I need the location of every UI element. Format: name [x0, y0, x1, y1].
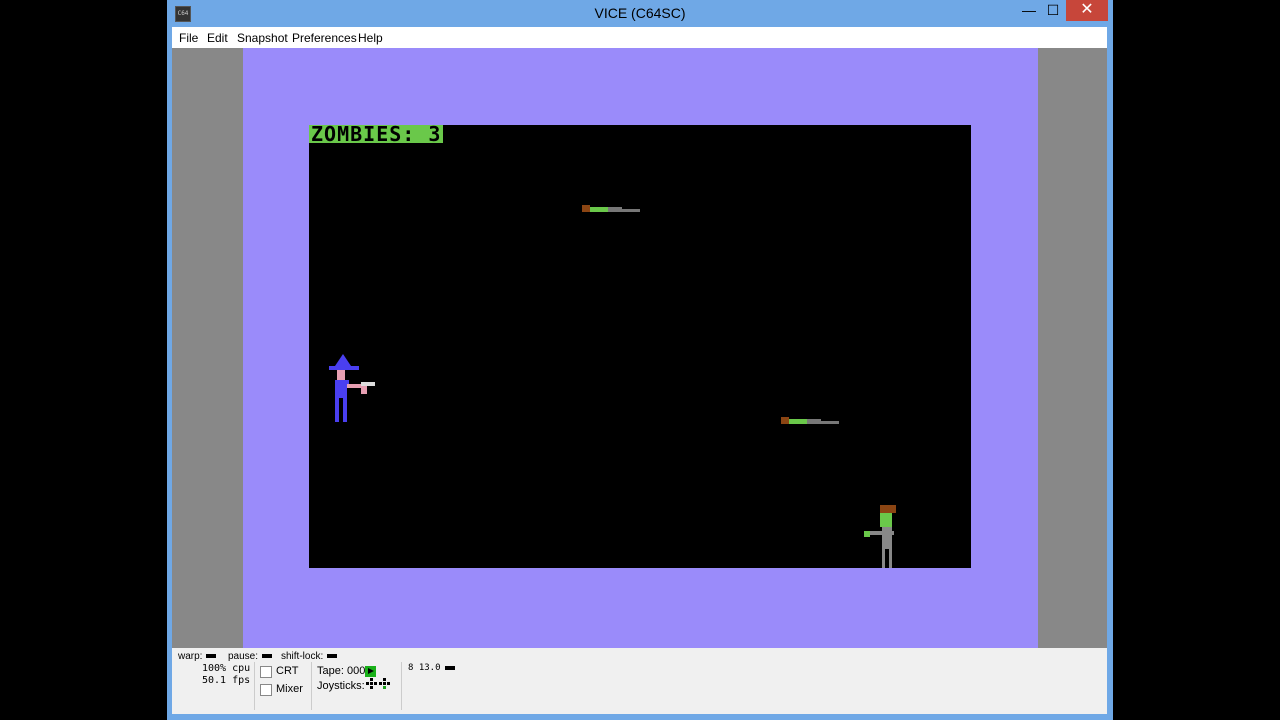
joysticks-status: Joysticks: [317, 680, 365, 692]
mixer-label: Mixer [276, 683, 303, 695]
emulator-screen[interactable]: ZOMBIES: 3 [172, 48, 1107, 648]
maximize-button[interactable]: ☐ [1043, 0, 1063, 21]
divider [311, 662, 312, 710]
divider [254, 662, 255, 710]
minimize-button[interactable]: — [1019, 0, 1039, 21]
pause-led [262, 654, 273, 659]
pause-label: pause: [228, 651, 259, 662]
tape-counter: 000 [346, 665, 366, 677]
player-sprite [327, 354, 377, 429]
zombie-sprite [864, 505, 900, 568]
shiftlock-led [327, 654, 338, 659]
crt-checkbox[interactable] [260, 666, 272, 678]
zombie-counter: ZOMBIES: 3 [309, 122, 444, 146]
cpu-readout: 100% cpu [202, 663, 251, 674]
bullet-sprite [582, 205, 642, 214]
tape-label: Tape: [317, 665, 344, 677]
joysticks-label: Joysticks: [317, 680, 365, 692]
warp-label: warp: [178, 651, 203, 662]
vice-window: C64 VICE (C64SC) — ☐ ✕ File Edit Snapsho… [167, 0, 1113, 720]
status-bar: warp: pause: shift-lock: 100% cpu 50.1 f… [172, 648, 1107, 714]
divider [401, 662, 402, 710]
joystick-icon[interactable] [366, 678, 396, 692]
window-title: VICE (C64SC) [594, 5, 686, 21]
drive-status: 8 13.0 [408, 663, 455, 673]
title-bar[interactable]: C64 VICE (C64SC) — ☐ ✕ [167, 0, 1113, 27]
menu-preferences[interactable]: Preferences [292, 31, 357, 45]
warp-indicator[interactable]: warp: [178, 651, 217, 662]
drive-led [444, 665, 455, 670]
tape-play-icon[interactable] [365, 665, 377, 677]
game-playfield: ZOMBIES: 3 [309, 122, 971, 568]
tape-status: Tape: 000 [317, 665, 377, 677]
menu-snapshot[interactable]: Snapshot [237, 31, 288, 45]
crt-label: CRT [276, 665, 299, 677]
shiftlock-label: shift-lock: [281, 651, 324, 662]
close-button[interactable]: ✕ [1066, 0, 1108, 21]
mixer-checkbox[interactable] [260, 684, 272, 696]
warp-led [206, 654, 217, 659]
shiftlock-indicator[interactable]: shift-lock: [281, 651, 338, 662]
menu-edit[interactable]: Edit [207, 31, 228, 45]
drive-readout: 8 13.0 [408, 663, 441, 673]
pause-indicator[interactable]: pause: [228, 651, 273, 662]
menu-file[interactable]: File [179, 31, 198, 45]
menu-bar: File Edit Snapshot Preferences Help [172, 27, 1107, 48]
menu-help[interactable]: Help [358, 31, 383, 45]
c64-border: ZOMBIES: 3 [243, 48, 1038, 648]
bullet-sprite [781, 417, 841, 426]
fps-readout: 50.1 fps [202, 675, 251, 686]
